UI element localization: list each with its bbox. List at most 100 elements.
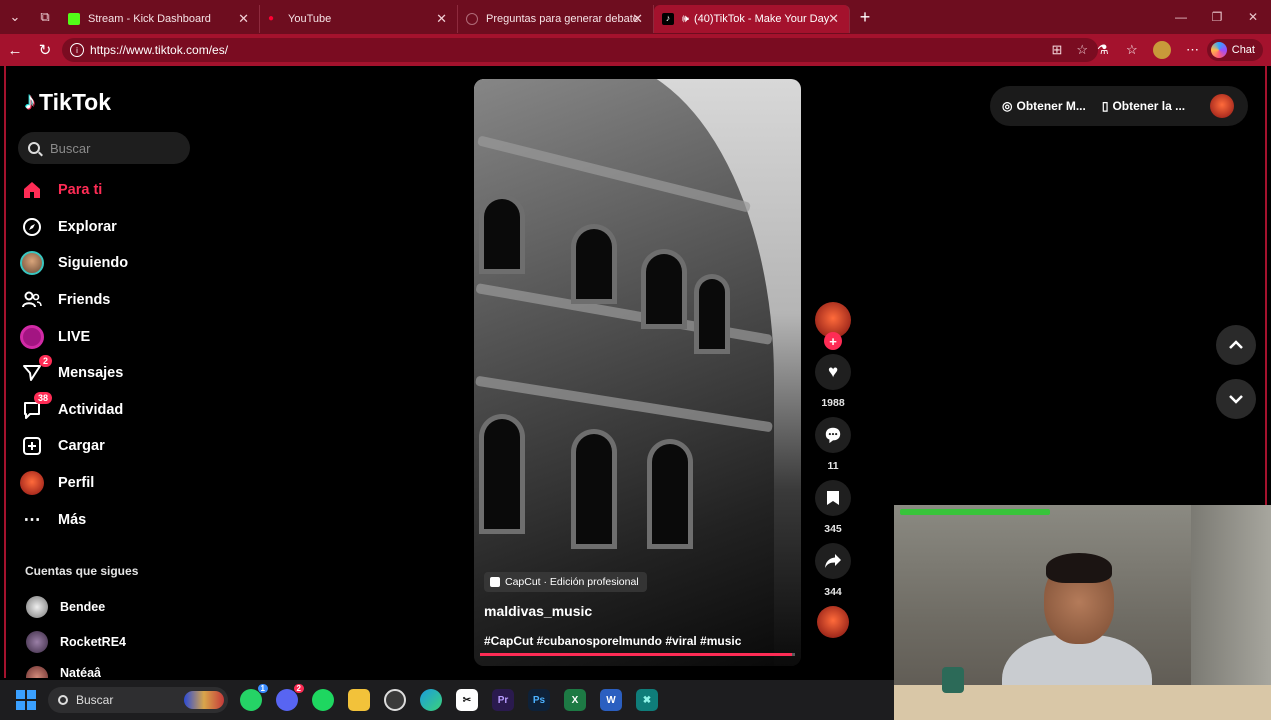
close-window-icon[interactable]: ✕ <box>1235 0 1271 34</box>
capcut-app-icon[interactable]: ✂ <box>456 689 478 711</box>
profile-icon <box>20 471 44 496</box>
follow-plus-icon[interactable]: + <box>824 332 842 350</box>
creator-avatar[interactable]: + <box>815 302 851 350</box>
tiktok-logo[interactable]: ♪ TikTok <box>24 88 111 116</box>
extension-icon[interactable]: ⚗ <box>1097 42 1109 58</box>
minimize-icon[interactable]: — <box>1163 0 1199 34</box>
chat-label: Chat <box>1231 44 1255 56</box>
close-tab-icon[interactable]: ✕ <box>436 11 447 27</box>
sidebar-item-siguiendo[interactable]: Siguiendo <box>20 245 128 282</box>
sidebar-item-para-ti[interactable]: Para ti <box>20 172 128 209</box>
sidebar-item-perfil[interactable]: Perfil <box>20 465 128 502</box>
sidebar-item-label: Para ti <box>58 182 103 199</box>
tiktok-note-icon: ♪ <box>24 88 36 115</box>
avatar <box>26 631 48 653</box>
following-item[interactable]: Natéaâ <box>26 666 101 678</box>
sidebar-item-label: Siguiendo <box>58 255 129 272</box>
webcam-overlay <box>894 505 1271 720</box>
sidebar-item-live[interactable]: LIVE <box>20 318 128 355</box>
back-arrow-icon[interactable]: ← <box>0 42 30 59</box>
following-item[interactable]: RocketRE4 <box>26 631 126 653</box>
tab-list-chevron-icon[interactable]: ⌄ <box>0 0 30 34</box>
video-hashtags[interactable]: #CapCut #cubanosporelmundo #viral #music <box>484 634 741 648</box>
more-dots-icon[interactable]: ⋯ <box>1186 42 1199 58</box>
url-field[interactable]: i https://www.tiktok.com/es/ ⊞ ☆ <box>62 38 1098 62</box>
speaker-icon[interactable]: 🕪 <box>682 13 689 26</box>
word-icon[interactable]: W <box>600 689 622 711</box>
profile-avatar-icon[interactable] <box>1153 41 1171 59</box>
windows-start-icon[interactable] <box>16 690 36 710</box>
new-tab-plus-icon[interactable]: + <box>850 0 880 34</box>
tab-preguntas[interactable]: Preguntas para generar debate ✕ <box>458 5 654 33</box>
sidebar-menu: Para ti Explorar Siguiendo Friends LIVE … <box>20 172 128 538</box>
file-explorer-icon[interactable] <box>348 689 370 711</box>
video-actions: + ♥ 1988 11 345 344 <box>811 302 855 644</box>
copilot-chat-button[interactable]: Chat <box>1206 39 1263 61</box>
following-item[interactable]: Bendee <box>26 596 105 618</box>
next-video-chevron-down-icon[interactable] <box>1216 379 1256 419</box>
excel-icon[interactable]: X <box>564 689 586 711</box>
tab-youtube[interactable]: ● YouTube ✕ <box>260 5 458 33</box>
user-avatar[interactable] <box>1210 94 1234 118</box>
search-input[interactable]: Buscar <box>18 132 190 164</box>
video-progress-bar[interactable] <box>480 653 795 656</box>
music-disc-icon[interactable] <box>817 606 849 638</box>
tab-tiktok[interactable]: ♪ 🕪 (40)TikTok - Make Your Day ✕ <box>654 5 850 33</box>
get-mobile-app-button[interactable]: ▯ Obtener la ... <box>1102 99 1185 113</box>
comment-icon[interactable] <box>815 417 851 453</box>
whatsapp-icon[interactable]: 1 <box>240 684 268 711</box>
obs-icon[interactable] <box>384 689 406 711</box>
sidebar-item-mas[interactable]: ⋯ Más <box>20 501 128 538</box>
capcut-desktop-icon[interactable]: ✖ <box>636 689 658 711</box>
live-icon <box>20 324 44 349</box>
site-info-icon[interactable]: i <box>70 43 84 57</box>
sidebar-item-mensajes[interactable]: 2 Mensajes <box>20 355 128 392</box>
premiere-icon[interactable]: Pr <box>492 689 514 711</box>
spotify-icon[interactable] <box>312 689 334 711</box>
taskbar-search[interactable]: Buscar <box>48 687 228 713</box>
restore-icon[interactable]: ❐ <box>1199 0 1235 34</box>
share-action: 344 <box>811 543 855 600</box>
discord-icon[interactable]: 2 <box>276 684 304 711</box>
get-app-button[interactable]: ◎ Obtener M... <box>1002 99 1086 113</box>
app-available-icon[interactable]: ⊞ <box>1051 42 1062 58</box>
close-tab-icon[interactable]: ✕ <box>632 11 643 27</box>
arch <box>646 254 682 324</box>
sidebar-item-label: Perfil <box>58 475 95 492</box>
like-action: ♥ 1988 <box>811 354 855 411</box>
heart-icon[interactable]: ♥ <box>815 354 851 390</box>
sidebar-item-label: Cargar <box>58 438 105 455</box>
sidebar-item-friends[interactable]: Friends <box>20 282 128 319</box>
workspaces-icon[interactable]: ⧉ <box>30 0 60 34</box>
following-header: Cuentas que sigues <box>25 564 139 578</box>
window-controls: — ❐ ✕ <box>1163 0 1271 34</box>
previous-video-chevron-up-icon[interactable] <box>1216 325 1256 365</box>
share-arrow-icon[interactable] <box>815 543 851 579</box>
edge-icon[interactable] <box>420 689 442 711</box>
sidebar-item-label: Actividad <box>58 401 124 418</box>
tab-label: (40)TikTok - Make Your Day <box>693 13 830 25</box>
tab-kick[interactable]: Stream - Kick Dashboard ✕ <box>60 5 260 33</box>
sidebar-item-actividad[interactable]: 38 Actividad <box>20 391 128 429</box>
sidebar-item-label: LIVE <box>58 328 91 345</box>
sidebar-item-label: Más <box>58 511 87 528</box>
address-bar-row: ← ↻ i https://www.tiktok.com/es/ ⊞ ☆ ⚗ ☆… <box>0 34 1271 66</box>
refresh-icon[interactable]: ↻ <box>30 41 60 59</box>
arch <box>484 199 520 269</box>
tiktok-favicon-icon: ♪ <box>662 13 674 25</box>
video-author[interactable]: maldivas_music <box>484 603 592 619</box>
bookmark-icon[interactable] <box>815 480 851 516</box>
close-tab-icon[interactable]: ✕ <box>828 11 839 27</box>
sidebar-item-cargar[interactable]: Cargar <box>20 428 128 465</box>
favorite-star-icon[interactable]: ☆ <box>1076 42 1088 58</box>
photoshop-icon[interactable]: Ps <box>528 689 550 711</box>
capcut-icon <box>490 577 500 587</box>
video-player[interactable]: CapCut · Edición profesional maldivas_mu… <box>474 79 801 666</box>
sidebar-item-explorar[interactable]: Explorar <box>20 209 128 246</box>
whatsapp-badge: 1 <box>257 684 268 693</box>
capcut-tag[interactable]: CapCut · Edición profesional <box>484 572 647 592</box>
top-right-actions: ◎ Obtener M... ▯ Obtener la ... <box>990 86 1248 126</box>
close-tab-icon[interactable]: ✕ <box>238 11 249 27</box>
favorites-icon[interactable]: ☆ <box>1126 42 1138 58</box>
copilot-icon <box>1210 42 1227 58</box>
